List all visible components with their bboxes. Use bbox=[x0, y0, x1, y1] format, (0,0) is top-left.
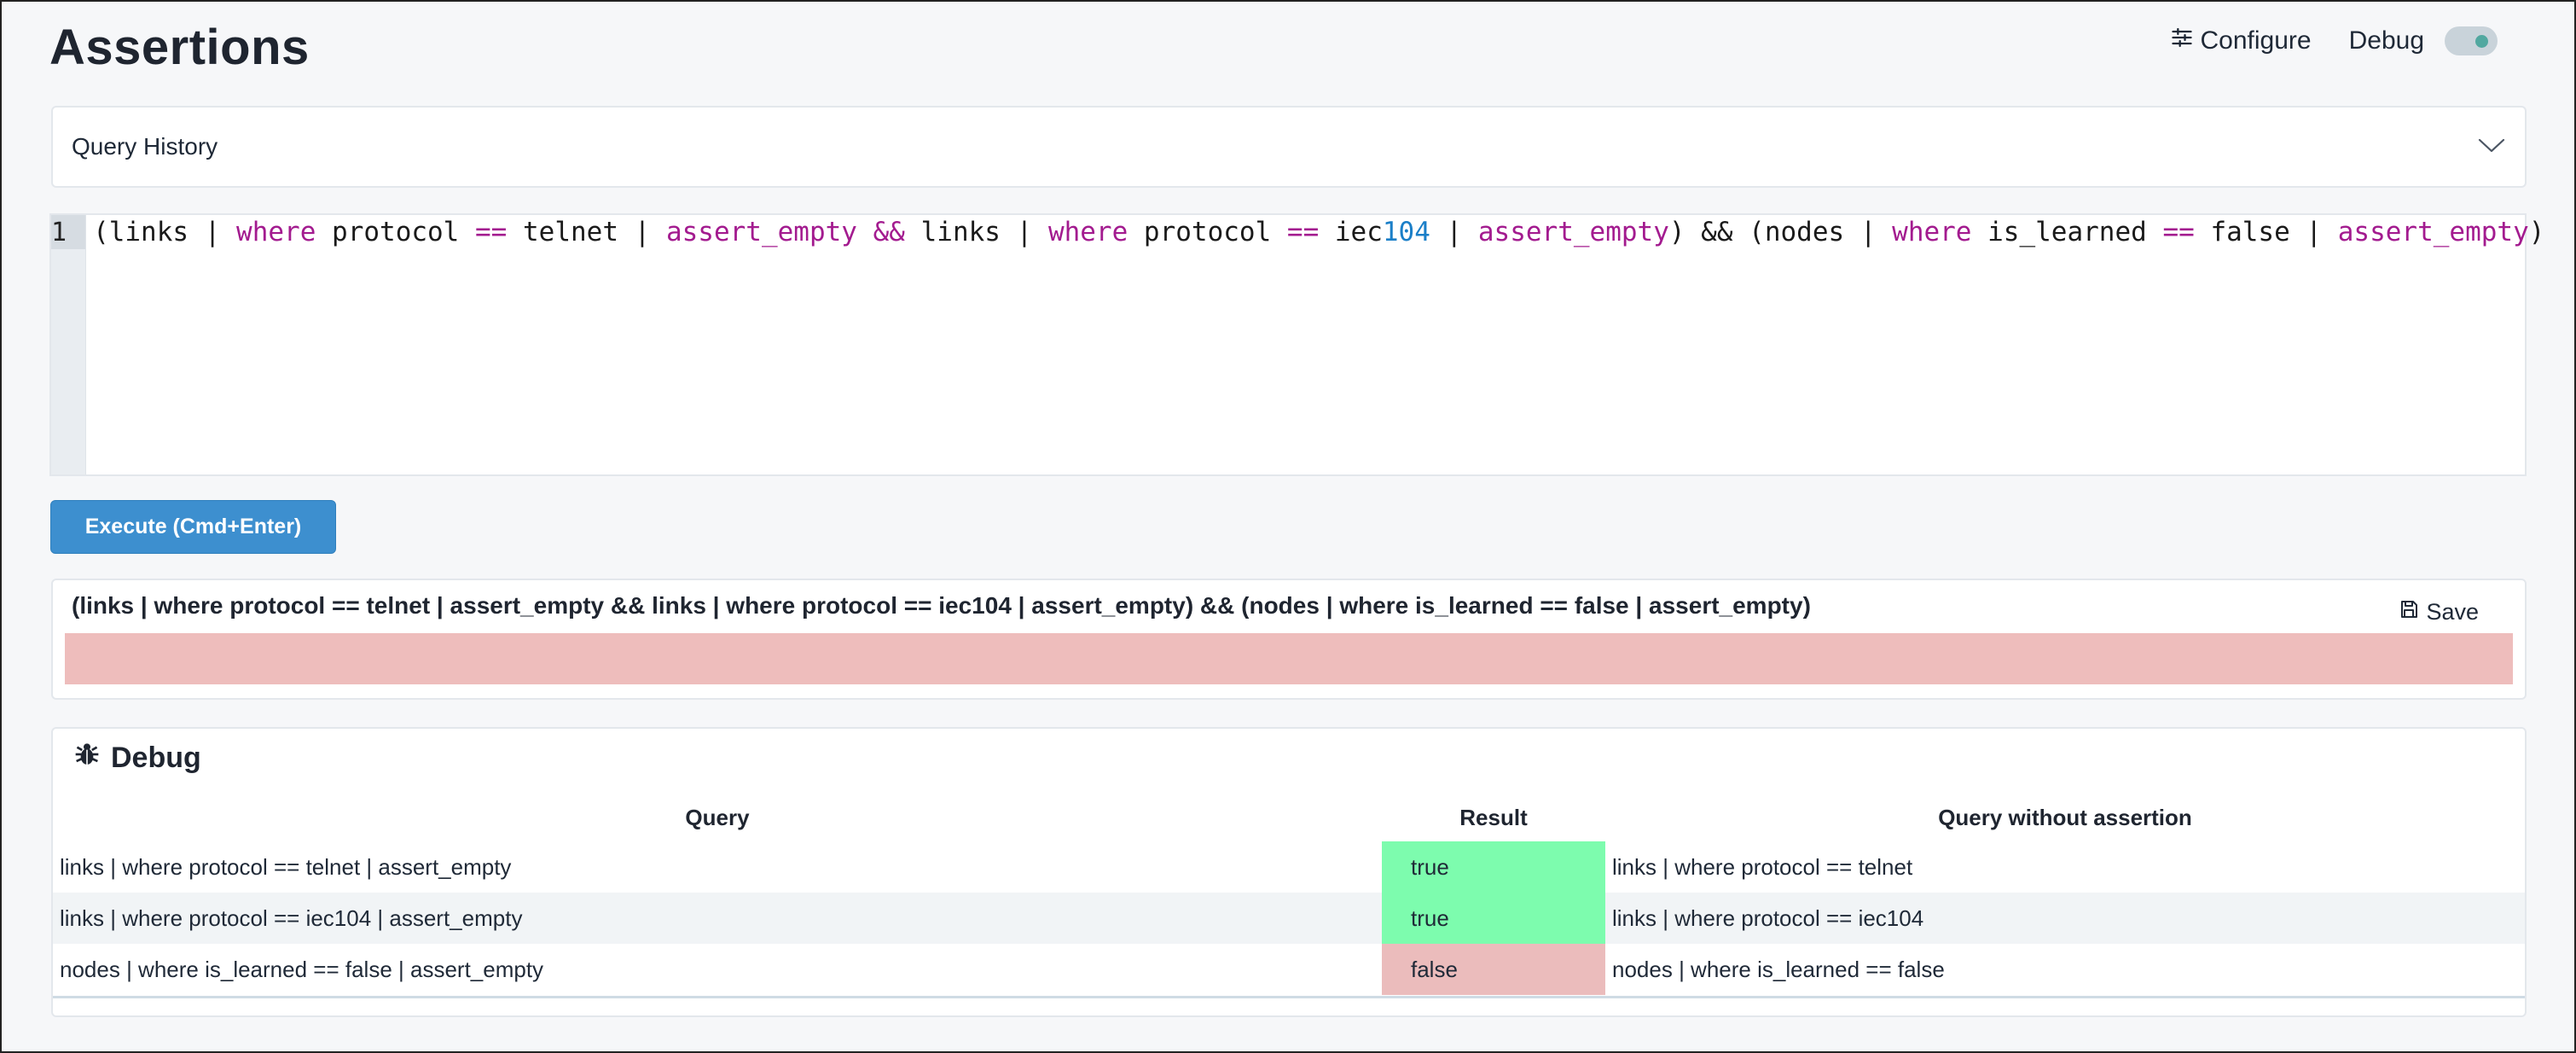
code-token: telnet | bbox=[507, 217, 666, 247]
code-token: == bbox=[475, 217, 508, 247]
row-query: nodes | where is_learned == false | asse… bbox=[60, 956, 544, 982]
column-header-result: Result bbox=[1459, 804, 1528, 830]
save-button[interactable]: Save bbox=[2399, 599, 2479, 625]
header-actions: Configure Debug bbox=[2170, 26, 2498, 56]
debug-title-label: Debug bbox=[111, 742, 201, 774]
code-token: protocol bbox=[316, 217, 476, 247]
result-panel: (links | where protocol == telnet | asse… bbox=[51, 579, 2527, 700]
row-query-without-assertion: links | where protocol == iec104 bbox=[1605, 893, 2525, 944]
column-header-query-without-assertion: Query without assertion bbox=[1938, 804, 2192, 830]
execute-button[interactable]: Execute (Cmd+Enter) bbox=[50, 500, 336, 554]
table-row: nodes | where is_learned == false | asse… bbox=[53, 944, 2525, 995]
result-status-bar bbox=[65, 633, 2513, 684]
debug-title: Debug bbox=[73, 741, 201, 776]
code-token: false | bbox=[2194, 217, 2338, 247]
editor-code-area[interactable]: (links | where protocol == telnet | asse… bbox=[86, 215, 2544, 474]
row-query-without-assertion: links | where protocol == telnet bbox=[1612, 853, 1913, 880]
code-token: assert_empty bbox=[665, 217, 857, 247]
row-result: false bbox=[1382, 944, 1605, 995]
chevron-down-icon[interactable] bbox=[2477, 133, 2506, 160]
query-history-label: Query History bbox=[72, 133, 218, 160]
configure-label: Configure bbox=[2200, 26, 2312, 55]
row-result: true bbox=[1382, 893, 1605, 944]
debug-table: Query Result Query without assertion lin… bbox=[53, 794, 2525, 995]
code-token: ) && (nodes | bbox=[1668, 217, 1893, 247]
query-editor[interactable]: 1 (links | where protocol == telnet | as… bbox=[49, 213, 2544, 476]
code-token: where bbox=[236, 217, 316, 247]
row-query: links | where protocol == telnet | asser… bbox=[60, 853, 512, 880]
code-token: ) bbox=[2528, 217, 2545, 247]
line-number: 1 bbox=[51, 215, 86, 249]
configure-button[interactable]: Configure bbox=[2170, 26, 2312, 56]
code-token: 104 bbox=[1382, 217, 1430, 247]
column-header-query: Query bbox=[685, 804, 750, 830]
code-token: && bbox=[873, 217, 905, 247]
result-query-text: (links | where protocol == telnet | asse… bbox=[72, 592, 1811, 619]
debug-toggle-label: Debug bbox=[2348, 26, 2424, 55]
code-token: assert_empty bbox=[2337, 217, 2529, 247]
query-history-accordion[interactable]: Query History bbox=[51, 106, 2527, 188]
code-token: == bbox=[1286, 217, 1320, 247]
debug-toggle-group: Debug bbox=[2349, 26, 2498, 55]
code-token: iec bbox=[1319, 217, 1383, 247]
debug-table-header: Query Result Query without assertion bbox=[53, 794, 2525, 841]
row-query: links | where protocol == iec104 | asser… bbox=[53, 893, 1382, 944]
code-token: is_learned bbox=[1971, 217, 2163, 247]
debug-panel: Debug Query Result Query without asserti… bbox=[51, 727, 2527, 1017]
code-token: where bbox=[1892, 217, 1972, 247]
save-label: Save bbox=[2426, 599, 2479, 625]
code-token: links | bbox=[904, 217, 1048, 247]
code-token: protocol bbox=[1128, 217, 1287, 247]
code-token: where bbox=[1047, 217, 1128, 247]
row-result: true bbox=[1382, 841, 1605, 893]
code-line[interactable]: (links | where protocol == telnet | asse… bbox=[86, 215, 2544, 249]
table-scroll-divider bbox=[53, 996, 2525, 998]
toggle-knob bbox=[2475, 35, 2488, 48]
save-icon bbox=[2399, 599, 2419, 625]
table-row: links | where protocol == iec104 | asser… bbox=[53, 893, 2525, 944]
code-token: assert_empty bbox=[1477, 217, 1669, 247]
code-token: (links | bbox=[93, 217, 237, 247]
row-query-without-assertion: nodes | where is_learned == false bbox=[1612, 956, 1945, 982]
page-title: Assertions bbox=[49, 20, 310, 75]
code-token: | bbox=[1430, 217, 1478, 247]
editor-gutter: 1 bbox=[51, 215, 87, 474]
debug-toggle[interactable] bbox=[2445, 26, 2498, 55]
sliders-icon bbox=[2170, 26, 2194, 56]
table-row: links | where protocol == telnet | asser… bbox=[53, 841, 2525, 893]
code-token: == bbox=[2162, 217, 2195, 247]
bug-icon bbox=[73, 741, 101, 776]
